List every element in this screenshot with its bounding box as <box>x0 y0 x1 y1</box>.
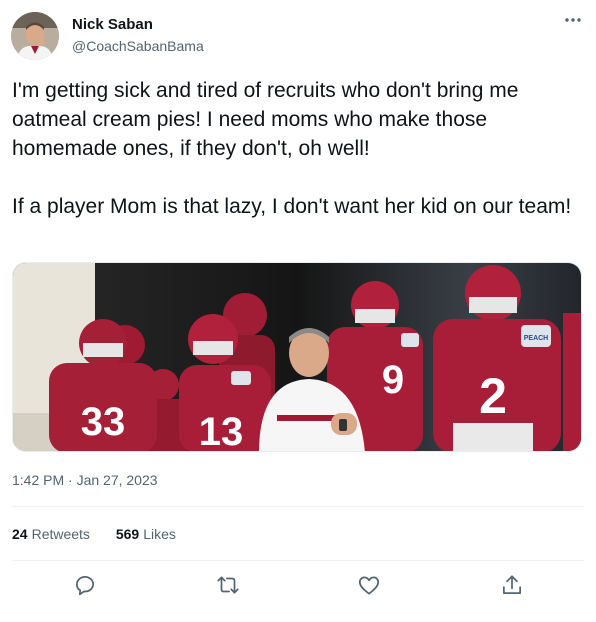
jersey-number: 33 <box>81 400 126 444</box>
likes-count: 569 <box>115 526 140 542</box>
jersey-patch-text: PEACH <box>524 335 549 342</box>
divider <box>12 506 584 507</box>
jersey-number: 9 <box>382 358 404 402</box>
jersey-number: 2 <box>479 368 507 424</box>
author-display-name[interactable]: Nick Saban <box>72 16 153 33</box>
likes-stat[interactable]: 569 Likes <box>116 526 176 542</box>
author-handle[interactable]: @CoachSabanBama <box>72 38 204 54</box>
retweets-label: Retweets <box>31 526 90 542</box>
tweet-paragraph: If a player Mom is that lazy, I don't wa… <box>12 195 572 218</box>
tweet-stats: 24 Retweets 569 Likes <box>12 526 198 542</box>
retweets-count: 24 <box>12 526 28 542</box>
tweet-paragraph: I'm getting sick and tired of recruits w… <box>12 79 519 160</box>
likes-label: Likes <box>143 526 176 542</box>
retweets-stat[interactable]: 24 Retweets <box>12 526 90 542</box>
reply-icon[interactable] <box>72 572 98 598</box>
retweet-icon[interactable] <box>215 572 241 598</box>
tweet-media-photo[interactable]: 33 13 9 PEACH 2 <box>12 262 582 452</box>
more-dots-icon[interactable] <box>560 10 586 30</box>
tweet-timestamp[interactable]: 1:42 PM · Jan 27, 2023 <box>12 472 158 488</box>
divider <box>12 560 584 561</box>
like-icon[interactable] <box>356 572 382 598</box>
jersey-number: 13 <box>199 410 244 452</box>
share-icon[interactable] <box>499 572 525 598</box>
tweet-text: I'm getting sick and tired of recruits w… <box>12 76 582 221</box>
avatar[interactable] <box>11 12 59 60</box>
